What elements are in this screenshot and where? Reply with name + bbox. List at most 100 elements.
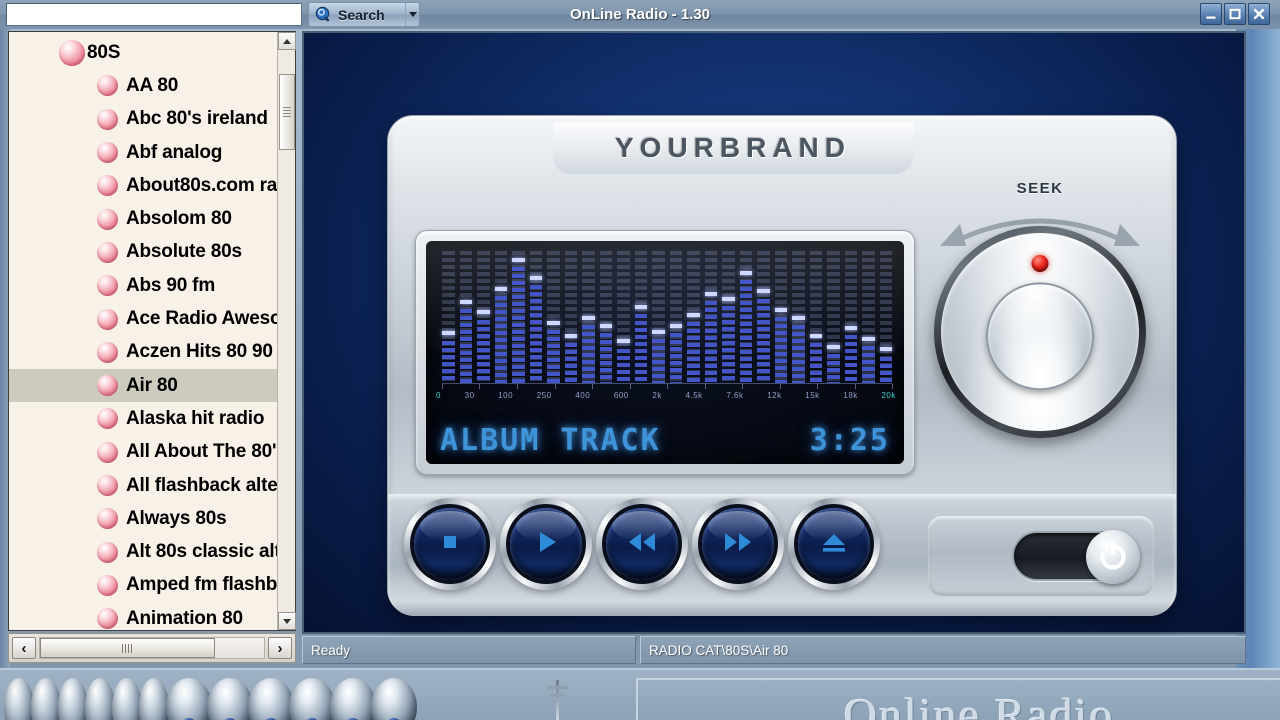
spectrum-bar: [844, 251, 857, 383]
list-item[interactable]: Abc 80's ireland: [9, 103, 277, 136]
decorative-bead: [4, 678, 34, 720]
play-button-face[interactable]: [510, 508, 582, 580]
list-item[interactable]: Ace Radio Awesor: [9, 302, 277, 335]
knob-face[interactable]: [941, 233, 1139, 431]
list-item[interactable]: Absolute 80s: [9, 236, 277, 269]
decorative-bead: [330, 678, 376, 720]
axis-tick-label: 7.6k: [726, 391, 744, 400]
axis-tick-label: 20k: [881, 391, 896, 400]
tree-root-node[interactable]: 80S: [9, 36, 277, 69]
spectrum-bar-fill: [512, 266, 525, 383]
spectrum-bar: [617, 251, 630, 383]
pink-ball-icon: [97, 275, 118, 297]
stop-button-face[interactable]: [414, 508, 486, 580]
list-item-label: About80s.com rad: [126, 174, 277, 196]
forward-button[interactable]: [692, 498, 784, 590]
spectrum-bar: [459, 251, 472, 383]
axis-tick-label: 15k: [805, 391, 820, 400]
lcd-frame: 0 30 100 250 400 600 2k 4.5k 7.6k 12k 15k 18k 20k AL…: [415, 230, 915, 475]
axis-tick-label: 30: [464, 391, 475, 400]
axis-tick: [817, 384, 818, 389]
list-item-label: Aczen Hits 80 90: [126, 341, 273, 363]
fast-forward-icon: [722, 529, 754, 560]
pink-ball-icon: [97, 241, 118, 263]
axis-tick-label: 100: [498, 391, 514, 400]
spectrum-analyzer: [442, 251, 892, 383]
spectrum-bar-fill: [477, 319, 490, 383]
list-item[interactable]: About80s.com rad: [9, 169, 277, 202]
list-item[interactable]: Amped fm flashba: [9, 569, 277, 602]
power-toggle-knob[interactable]: [1086, 530, 1140, 584]
magnifier-icon: [315, 6, 332, 23]
spectrum-bar-fill: [809, 343, 822, 383]
seek-volume-knob[interactable]: [934, 226, 1146, 438]
spectrum-bar: [879, 251, 892, 383]
spectrum-bar-peak: [529, 276, 542, 281]
spectrum-bar-fill: [792, 324, 805, 383]
eject-icon: [819, 529, 849, 560]
list-item[interactable]: Animation 80: [9, 602, 277, 630]
horizontal-scroll-track[interactable]: [39, 637, 265, 659]
forward-button-face[interactable]: [702, 508, 774, 580]
axis-tick: [554, 384, 556, 389]
spectrum-bar-peak: [722, 297, 735, 302]
spectrum-bar: [809, 251, 822, 383]
list-item[interactable]: Alt 80s classic alt: [9, 535, 277, 568]
list-item[interactable]: Aczen Hits 80 90: [9, 336, 277, 369]
list-item[interactable]: Always 80s: [9, 502, 277, 535]
list-item[interactable]: All About The 80's: [9, 436, 277, 469]
spectrum-bar-fill: [582, 324, 595, 383]
spectrum-bar-fill: [827, 353, 840, 383]
close-button[interactable]: [1248, 3, 1270, 25]
spectrum-bar: [494, 251, 507, 383]
axis-tick: [479, 384, 481, 389]
spectrum-bar: [757, 251, 770, 383]
scroll-up-icon[interactable]: [278, 32, 296, 50]
axis-tick: [591, 384, 593, 389]
spectrum-bar-fill: [704, 301, 717, 383]
scroll-right-icon[interactable]: ›: [268, 637, 292, 659]
list-item[interactable]: Absolom 80: [9, 202, 277, 235]
decorative-bead: [248, 678, 294, 720]
spectrum-bar-peak: [792, 315, 805, 320]
pink-ball-icon: [97, 441, 118, 463]
spectrum-bar-peak: [809, 334, 822, 339]
rewind-button[interactable]: [596, 498, 688, 590]
list-item-selected[interactable]: Air 80: [9, 368, 277, 403]
list-item[interactable]: AA 80: [9, 69, 277, 102]
spectrum-bar-peak: [652, 330, 665, 335]
list-item-label: Air 80: [126, 374, 178, 396]
list-item-label: Abf analog: [126, 141, 223, 163]
decorative-bead: [31, 678, 61, 720]
horizontal-scrollbar[interactable]: ‹ ›: [8, 633, 296, 663]
power-toggle[interactable]: [1012, 530, 1140, 584]
play-button[interactable]: [500, 498, 592, 590]
stop-button[interactable]: [404, 498, 496, 590]
spectrum-bar-peak: [844, 326, 857, 331]
background-window[interactable]: Online Radio: [0, 668, 1280, 720]
eject-button-face[interactable]: [798, 508, 870, 580]
list-item[interactable]: Abs 90 fm: [9, 269, 277, 302]
spectrum-bar-fill: [652, 339, 665, 383]
eject-button[interactable]: [788, 498, 880, 590]
url-input[interactable]: [6, 3, 302, 26]
spectrum-bar: [564, 251, 577, 383]
scroll-left-icon[interactable]: ‹: [12, 637, 36, 659]
minimize-button[interactable]: [1200, 3, 1222, 25]
chevron-down-icon[interactable]: [405, 3, 419, 26]
list-item[interactable]: Alaska hit radio: [9, 402, 277, 435]
pink-ball-icon: [97, 142, 118, 164]
track-time: 3:25: [809, 422, 890, 458]
pink-ball-icon: [97, 508, 118, 530]
rewind-button-face[interactable]: [606, 508, 678, 580]
horizontal-scroll-thumb[interactable]: [40, 638, 215, 658]
list-item[interactable]: Abf analog: [9, 136, 277, 169]
vertical-scroll-thumb[interactable]: [279, 74, 295, 150]
search-button[interactable]: Search: [308, 2, 420, 27]
maximize-button[interactable]: [1224, 3, 1246, 25]
spectrum-bar-peak: [512, 257, 525, 262]
list-item[interactable]: All flashback alter: [9, 469, 277, 502]
scroll-down-icon[interactable]: [278, 612, 296, 630]
knob-center[interactable]: [986, 282, 1094, 391]
vertical-scrollbar[interactable]: [277, 32, 296, 630]
